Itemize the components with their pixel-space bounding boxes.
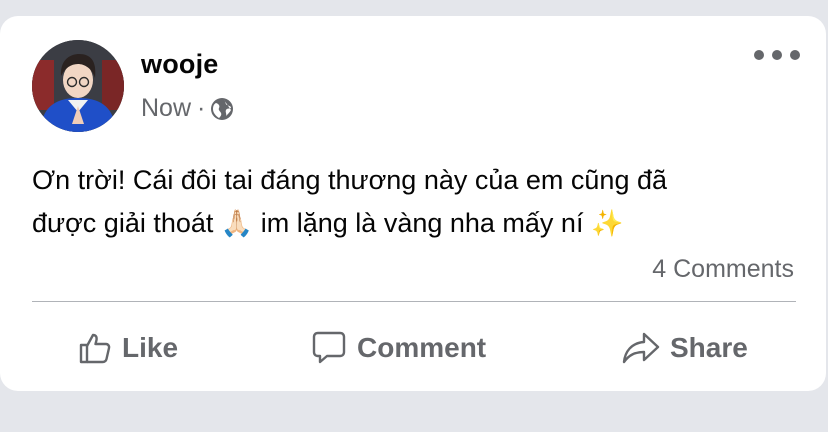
more-dot [754,50,764,60]
like-button[interactable]: Like [78,328,178,368]
more-dot [772,50,782,60]
meta-separator: · [197,94,206,122]
share-label: Share [670,332,748,363]
thumbs-up-icon [79,333,111,364]
comment-button[interactable]: Comment [311,328,486,368]
comment-bubble-icon [312,331,346,364]
more-dot [790,50,800,60]
globe-icon [210,97,234,121]
divider [32,301,796,302]
avatar[interactable] [32,40,124,132]
post-card: wooje Now · Ơn trời! Cái đôi tai đáng th… [0,16,826,391]
folded-hands-emoji: 🙏🏻 [220,208,254,238]
author-name[interactable]: wooje [141,49,219,80]
post-text-segment: được giải thoát [32,208,221,238]
comment-label: Comment [357,332,487,363]
post-meta: Now · [141,94,234,123]
post-text-segment: im lặng là vàng nha mấy ní [253,208,591,238]
share-arrow-icon [622,332,660,364]
post-text-line-1: Ơn trời! Cái đôi tai đáng thương này của… [32,165,667,195]
more-options-icon[interactable] [754,44,800,66]
comments-count[interactable]: 4 Comments [652,255,794,284]
like-label: Like [122,332,179,363]
sparkles-emoji: ✨ [590,208,624,238]
post-timestamp[interactable]: Now [141,94,191,123]
post-text-line-2: được giải thoát 🙏🏻 im lặng là vàng nha m… [32,202,802,245]
share-button[interactable]: Share [622,328,748,368]
post-body: Ơn trời! Cái đôi tai đáng thương này của… [32,159,802,245]
